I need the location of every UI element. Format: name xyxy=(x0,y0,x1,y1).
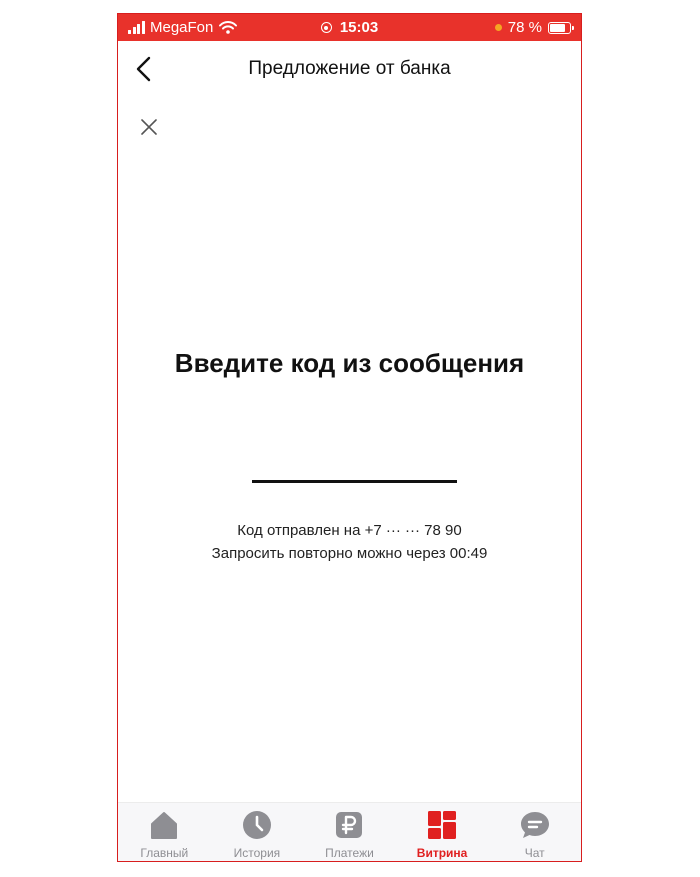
tab-label: История xyxy=(233,846,281,860)
status-time: 15:03 xyxy=(339,19,379,36)
phone-screen: MegaFon 15:03 78 % Предложение от банка xyxy=(117,13,582,862)
home-icon xyxy=(151,812,178,839)
resend-timer-text: Запросить повторно можно через 00:49 xyxy=(211,545,488,562)
battery-fill xyxy=(550,23,565,32)
code-sent-text: Код отправлен на +7 ··· ··· 78 90 xyxy=(237,522,462,539)
tab-label: Главный xyxy=(140,846,189,860)
page-title: Предложение от банка xyxy=(248,58,451,79)
sms-code-input[interactable] xyxy=(252,452,457,483)
status-right: 78 % xyxy=(494,14,574,41)
showcase-icon xyxy=(428,811,457,839)
tab-payments[interactable]: Платежи xyxy=(303,803,396,861)
tab-label: Витрина xyxy=(416,846,468,860)
battery-icon xyxy=(548,21,574,34)
tab-showcase[interactable]: Витрина xyxy=(396,803,489,861)
screen-recording-icon xyxy=(320,22,332,33)
close-button[interactable] xyxy=(136,114,162,140)
code-prompt-heading: Введите код из сообщения xyxy=(174,348,525,378)
privacy-indicator-dot xyxy=(494,24,502,31)
clock-icon xyxy=(242,811,271,839)
tab-label: Платежи xyxy=(325,846,374,860)
tab-chat[interactable]: Чат xyxy=(488,803,581,861)
chat-icon xyxy=(520,812,549,838)
close-icon xyxy=(141,119,157,135)
tab-bar: Главный История Платежи Витрина Чат xyxy=(118,802,581,861)
ruble-icon xyxy=(336,812,363,838)
tab-label: Чат xyxy=(524,846,545,860)
tab-home[interactable]: Главный xyxy=(118,803,211,861)
nav-header: Предложение от банка xyxy=(118,41,581,97)
battery-percent: 78 % xyxy=(507,19,542,36)
status-bar: MegaFon 15:03 78 % xyxy=(118,14,581,41)
tab-history[interactable]: История xyxy=(211,803,304,861)
